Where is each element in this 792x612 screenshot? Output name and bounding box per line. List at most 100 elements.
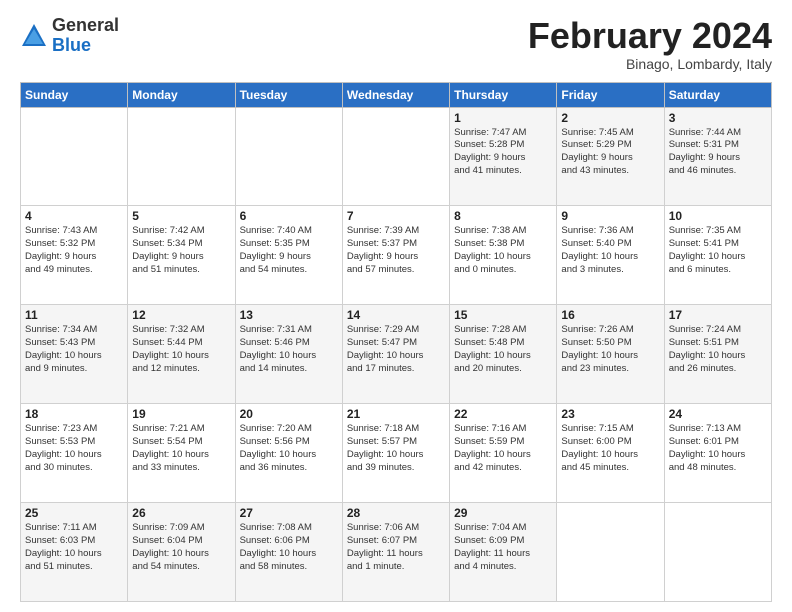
calendar-cell <box>21 107 128 206</box>
day-number: 4 <box>25 209 123 223</box>
day-number: 28 <box>347 506 445 520</box>
calendar-day-header: Tuesday <box>235 82 342 107</box>
calendar-week-row: 11 Sunrise: 7:34 AMSunset: 5:43 PMDayligh… <box>21 305 772 404</box>
calendar-day-header: Thursday <box>450 82 557 107</box>
calendar-cell: 3 Sunrise: 7:44 AMSunset: 5:31 PMDaylight… <box>664 107 771 206</box>
day-number: 5 <box>132 209 230 223</box>
calendar-cell <box>235 107 342 206</box>
day-info: Sunrise: 7:20 AMSunset: 5:56 PMDaylight:… <box>240 423 338 474</box>
calendar-cell: 27Sunrise: 7:08 AMSunset: 6:06 PMDayligh… <box>235 503 342 602</box>
calendar-cell: 2Sunrise: 7:45 AMSunset: 5:29 PMDaylight… <box>557 107 664 206</box>
calendar-day-header: Friday <box>557 82 664 107</box>
calendar-cell: 11 Sunrise: 7:34 AMSunset: 5:43 PMDayligh… <box>21 305 128 404</box>
day-info: Sunrise: 7:43 AMSunset: 5:32 PMDaylight:… <box>25 225 123 276</box>
day-info: Sunrise: 7:04 AMSunset: 6:09 PMDaylight:… <box>454 522 552 573</box>
calendar-week-row: 1Sunrise: 7:47 AMSunset: 5:28 PMDaylight… <box>21 107 772 206</box>
header: General Blue February 2024 Binago, Lomba… <box>20 16 772 72</box>
day-info: Sunrise: 7:15 AMSunset: 6:00 PMDaylight:… <box>561 423 659 474</box>
day-info: Sunrise: 7:28 AMSunset: 5:48 PMDaylight:… <box>454 324 552 375</box>
calendar-table: SundayMondayTuesdayWednesdayThursdayFrid… <box>20 82 772 602</box>
day-info: Sunrise: 7:32 AMSunset: 5:44 PMDaylight:… <box>132 324 230 375</box>
day-number: 23 <box>561 407 659 421</box>
day-number: 6 <box>240 209 338 223</box>
calendar-day-header: Saturday <box>664 82 771 107</box>
calendar-cell: 12 Sunrise: 7:32 AMSunset: 5:44 PMDayligh… <box>128 305 235 404</box>
day-info: Sunrise: 7:06 AMSunset: 6:07 PMDaylight:… <box>347 522 445 573</box>
day-number: 27 <box>240 506 338 520</box>
calendar-cell: 20 Sunrise: 7:20 AMSunset: 5:56 PMDayligh… <box>235 404 342 503</box>
subtitle: Binago, Lombardy, Italy <box>528 56 772 72</box>
calendar-cell: 17 Sunrise: 7:24 AMSunset: 5:51 PMDayligh… <box>664 305 771 404</box>
calendar-day-header: Monday <box>128 82 235 107</box>
day-number: 25 <box>25 506 123 520</box>
calendar-cell: 4 Sunrise: 7:43 AMSunset: 5:32 PMDaylight… <box>21 206 128 305</box>
day-info: Sunrise: 7:34 AMSunset: 5:43 PMDaylight:… <box>25 324 123 375</box>
day-info: Sunrise: 7:24 AMSunset: 5:51 PMDaylight:… <box>669 324 767 375</box>
day-info: Sunrise: 7:13 AMSunset: 6:01 PMDaylight:… <box>669 423 767 474</box>
day-info: Sunrise: 7:18 AMSunset: 5:57 PMDaylight:… <box>347 423 445 474</box>
calendar-cell: 13 Sunrise: 7:31 AMSunset: 5:46 PMDayligh… <box>235 305 342 404</box>
calendar-week-row: 4 Sunrise: 7:43 AMSunset: 5:32 PMDaylight… <box>21 206 772 305</box>
day-info: Sunrise: 7:38 AMSunset: 5:38 PMDaylight:… <box>454 225 552 276</box>
day-number: 21 <box>347 407 445 421</box>
logo-general: General <box>52 15 119 35</box>
day-number: 13 <box>240 308 338 322</box>
day-number: 19 <box>132 407 230 421</box>
day-number: 17 <box>669 308 767 322</box>
day-number: 15 <box>454 308 552 322</box>
calendar-day-header: Sunday <box>21 82 128 107</box>
calendar-week-row: 18Sunrise: 7:23 AMSunset: 5:53 PMDayligh… <box>21 404 772 503</box>
day-info: Sunrise: 7:29 AMSunset: 5:47 PMDaylight:… <box>347 324 445 375</box>
day-info: Sunrise: 7:26 AMSunset: 5:50 PMDaylight:… <box>561 324 659 375</box>
day-number: 11 <box>25 308 123 322</box>
calendar-cell: 18Sunrise: 7:23 AMSunset: 5:53 PMDayligh… <box>21 404 128 503</box>
logo-text: General Blue <box>52 16 119 56</box>
day-number: 1 <box>454 111 552 125</box>
calendar-cell <box>342 107 449 206</box>
calendar-day-header: Wednesday <box>342 82 449 107</box>
calendar-header-row: SundayMondayTuesdayWednesdayThursdayFrid… <box>21 82 772 107</box>
calendar-cell: 28 Sunrise: 7:06 AMSunset: 6:07 PMDayligh… <box>342 503 449 602</box>
day-info: Sunrise: 7:36 AMSunset: 5:40 PMDaylight:… <box>561 225 659 276</box>
calendar-cell: 6 Sunrise: 7:40 AMSunset: 5:35 PMDaylight… <box>235 206 342 305</box>
calendar-cell <box>664 503 771 602</box>
calendar-cell: 29 Sunrise: 7:04 AMSunset: 6:09 PMDayligh… <box>450 503 557 602</box>
day-number: 7 <box>347 209 445 223</box>
day-info: Sunrise: 7:09 AMSunset: 6:04 PMDaylight:… <box>132 522 230 573</box>
calendar-cell: 15 Sunrise: 7:28 AMSunset: 5:48 PMDayligh… <box>450 305 557 404</box>
day-number: 12 <box>132 308 230 322</box>
day-number: 22 <box>454 407 552 421</box>
day-number: 16 <box>561 308 659 322</box>
calendar-cell: 19Sunrise: 7:21 AMSunset: 5:54 PMDayligh… <box>128 404 235 503</box>
day-info: Sunrise: 7:39 AMSunset: 5:37 PMDaylight:… <box>347 225 445 276</box>
calendar-cell: 21 Sunrise: 7:18 AMSunset: 5:57 PMDayligh… <box>342 404 449 503</box>
day-info: Sunrise: 7:44 AMSunset: 5:31 PMDaylight:… <box>669 127 767 178</box>
day-number: 2 <box>561 111 659 125</box>
calendar-cell: 9Sunrise: 7:36 AMSunset: 5:40 PMDaylight… <box>557 206 664 305</box>
calendar-cell: 8Sunrise: 7:38 AMSunset: 5:38 PMDaylight… <box>450 206 557 305</box>
day-info: Sunrise: 7:35 AMSunset: 5:41 PMDaylight:… <box>669 225 767 276</box>
calendar-cell: 10Sunrise: 7:35 AMSunset: 5:41 PMDayligh… <box>664 206 771 305</box>
logo-blue: Blue <box>52 35 91 55</box>
calendar-cell: 23 Sunrise: 7:15 AMSunset: 6:00 PMDayligh… <box>557 404 664 503</box>
title-block: February 2024 Binago, Lombardy, Italy <box>528 16 772 72</box>
day-number: 29 <box>454 506 552 520</box>
calendar-cell: 16 Sunrise: 7:26 AMSunset: 5:50 PMDayligh… <box>557 305 664 404</box>
logo: General Blue <box>20 16 119 56</box>
calendar-cell: 5 Sunrise: 7:42 AMSunset: 5:34 PMDaylight… <box>128 206 235 305</box>
day-number: 3 <box>669 111 767 125</box>
calendar-cell: 26 Sunrise: 7:09 AMSunset: 6:04 PMDayligh… <box>128 503 235 602</box>
day-info: Sunrise: 7:16 AMSunset: 5:59 PMDaylight:… <box>454 423 552 474</box>
calendar-cell <box>128 107 235 206</box>
calendar-cell: 24Sunrise: 7:13 AMSunset: 6:01 PMDayligh… <box>664 404 771 503</box>
calendar-cell: 1Sunrise: 7:47 AMSunset: 5:28 PMDaylight… <box>450 107 557 206</box>
day-info: Sunrise: 7:31 AMSunset: 5:46 PMDaylight:… <box>240 324 338 375</box>
day-info: Sunrise: 7:40 AMSunset: 5:35 PMDaylight:… <box>240 225 338 276</box>
page: General Blue February 2024 Binago, Lomba… <box>0 0 792 612</box>
calendar-week-row: 25 Sunrise: 7:11 AMSunset: 6:03 PMDayligh… <box>21 503 772 602</box>
day-number: 26 <box>132 506 230 520</box>
day-info: Sunrise: 7:42 AMSunset: 5:34 PMDaylight:… <box>132 225 230 276</box>
day-info: Sunrise: 7:11 AMSunset: 6:03 PMDaylight:… <box>25 522 123 573</box>
calendar-cell <box>557 503 664 602</box>
day-number: 20 <box>240 407 338 421</box>
